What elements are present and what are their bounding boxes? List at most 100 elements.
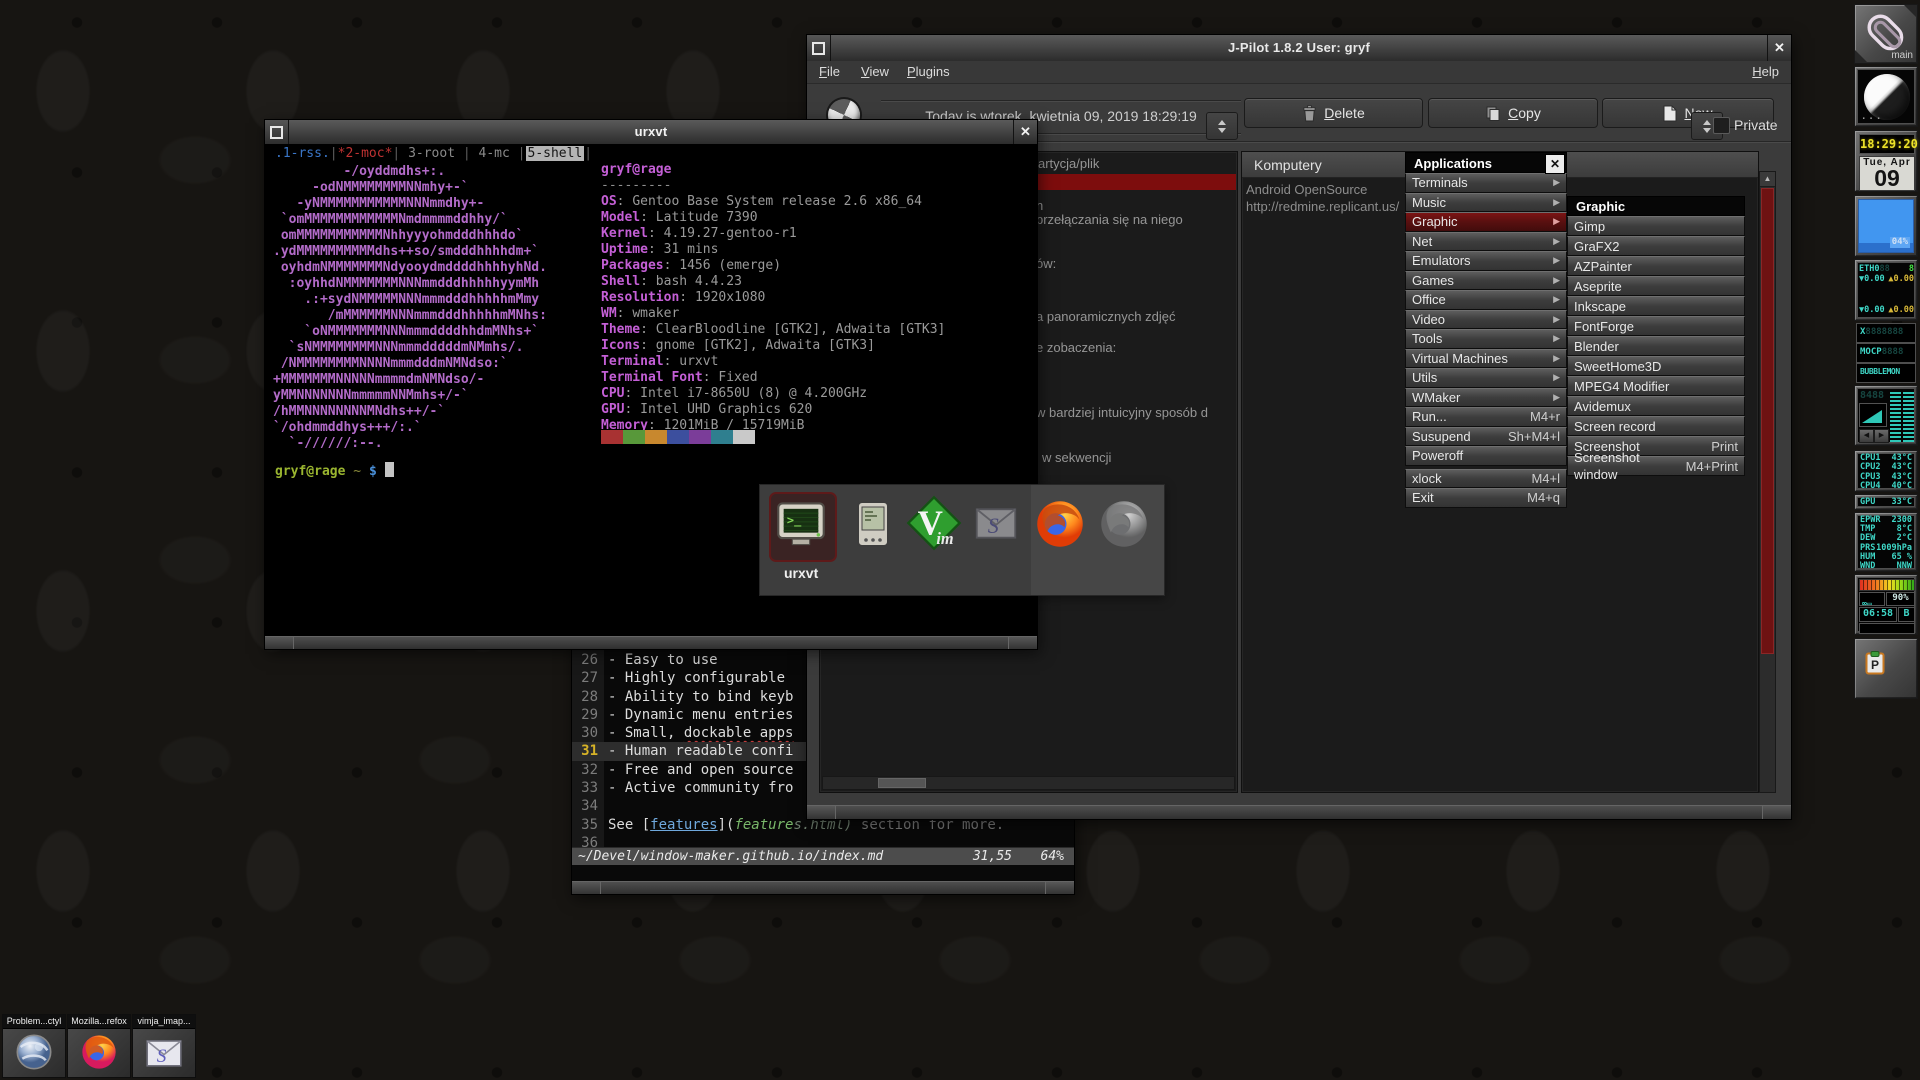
mail-app-icon[interactable]: S — [974, 504, 1018, 547]
resize-grip-left[interactable] — [265, 637, 294, 649]
clip-corner-button[interactable] — [1855, 50, 1868, 63]
dock-lcd-stack[interactable]: X8888888 MOCP8888 BUBBLEMON — [1854, 323, 1918, 382]
lcd-row-bubblemon[interactable]: BUBBLEMON — [1856, 363, 1916, 383]
submenu-item-aseprite[interactable]: Aseprite — [1567, 276, 1745, 296]
submenu-item-screenshot-window[interactable]: Screenshot windowM4+Print — [1567, 456, 1745, 476]
menu-plugins[interactable]: Plugins — [901, 61, 956, 83]
menu-file[interactable]: File — [813, 61, 846, 83]
dock-cpu-temps[interactable]: CPU143°C CPU243°C CPU343°C CPU440°C — [1854, 450, 1918, 492]
palm-pilot-icon[interactable] — [850, 500, 896, 555]
vim-icon[interactable]: Vim — [906, 495, 962, 556]
submenu-item-blender[interactable]: Blender — [1567, 336, 1745, 356]
menu-item-graphic[interactable]: Graphic▶ — [1405, 212, 1567, 232]
clip-corner-button[interactable] — [1904, 5, 1917, 18]
submenu-item-fontforge[interactable]: FontForge — [1567, 316, 1745, 336]
resize-grip-right[interactable] — [1045, 882, 1074, 894]
menu-item-games[interactable]: Games▶ — [1405, 271, 1567, 291]
submenu-item-screen-record[interactable]: Screen record — [1567, 416, 1745, 436]
delete-button[interactable]: Delete — [1244, 98, 1423, 128]
firefox-grey-icon[interactable] — [1098, 498, 1150, 555]
firefox-icon[interactable] — [1034, 498, 1086, 555]
submenu-item-gimp[interactable]: Gimp — [1567, 216, 1745, 236]
dock-weather[interactable]: EPWR2300 TMP8°C DEW2°C PRS1009hPa HUM65 … — [1854, 512, 1918, 572]
menu-item-terminals[interactable]: Terminals▶ — [1405, 173, 1567, 193]
menu-item-suspend[interactable]: SusupendSh+M4+l — [1405, 427, 1567, 447]
urxvt-titlebar[interactable]: urxvt ✕ — [265, 120, 1037, 145]
dock-gpu-temp[interactable]: GPU33°C — [1854, 494, 1918, 510]
resize-grip-left[interactable] — [572, 882, 601, 894]
submenu-title[interactable]: Graphic — [1567, 196, 1745, 216]
menu-item-net[interactable]: Net▶ — [1405, 232, 1567, 252]
menu-item-emulators[interactable]: Emulators▶ — [1405, 251, 1567, 271]
menu-item-xlock[interactable]: xlockM4+l — [1405, 469, 1567, 489]
private-checkbox[interactable] — [1713, 117, 1730, 134]
dock-clip-main[interactable]: main — [1854, 4, 1918, 64]
submenu-item-avidemux[interactable]: Avidemux — [1567, 396, 1745, 416]
submenu-item-mpeg4-modifier[interactable]: MPEG4 Modifier — [1567, 376, 1745, 396]
dock-sphere-app[interactable]: ... — [1854, 66, 1918, 127]
dock-jpilot-tile[interactable]: P — [1854, 638, 1918, 699]
level-meter-left[interactable] — [1890, 392, 1901, 442]
level-meter-right[interactable] — [1903, 392, 1914, 442]
submenu-item-inkscape[interactable]: Inkscape — [1567, 296, 1745, 316]
mixer-next-button[interactable]: ▶ — [1874, 429, 1889, 443]
left-list-spinner[interactable] — [1206, 112, 1238, 140]
mixer-prev-button[interactable]: ◀ — [1859, 429, 1874, 443]
menu-item-exit[interactable]: ExitM4+q — [1405, 488, 1567, 508]
menu-item-virtual-machines[interactable]: Virtual Machines▶ — [1405, 349, 1567, 369]
menu-help[interactable]: Help — [1746, 61, 1785, 83]
tab-mc[interactable]: 4-mc — [471, 146, 518, 161]
dock-battery[interactable]: ∞▭ 90% 06:58 B — [1854, 574, 1918, 635]
miniwindow-firefox[interactable]: Mozilla...refox — [67, 1014, 131, 1078]
dock-usage-monitor[interactable]: 04% — [1854, 195, 1918, 257]
horizontal-scrollbar[interactable] — [822, 776, 1235, 790]
shell-prompt[interactable]: gryf@rage ~ $ — [275, 462, 394, 479]
tab-root[interactable]: 3-root — [400, 146, 463, 161]
record-url[interactable]: http://redmine.replicant.us/ — [1246, 199, 1399, 214]
close-button[interactable]: ✕ — [1013, 120, 1037, 144]
resize-grip-right[interactable] — [1008, 637, 1037, 649]
tab-rss[interactable]: .1-rss. — [275, 146, 330, 161]
close-button[interactable]: ✕ — [1767, 35, 1791, 61]
menu-item-run[interactable]: Run...M4+r — [1405, 407, 1567, 427]
menu-item-poweroff[interactable]: Poweroff — [1405, 446, 1567, 466]
miniwindow-mail[interactable]: vimja_imap... S — [132, 1014, 196, 1078]
urxvt-resizebar[interactable] — [265, 636, 1037, 649]
submenu-item-azpainter[interactable]: AZPainter — [1567, 256, 1745, 276]
miniaturize-button[interactable] — [265, 120, 289, 144]
lcd-row-mocp[interactable]: MOCP8888 — [1856, 343, 1916, 363]
vertical-scrollbar[interactable]: ▲ — [1759, 171, 1776, 793]
menu-item-video[interactable]: Video▶ — [1405, 310, 1567, 330]
submenu-item-grafx2[interactable]: GraFX2 — [1567, 236, 1745, 256]
urxvt-terminal-icon[interactable]: >_ — [775, 498, 827, 555]
jpilot-titlebar[interactable]: J-Pilot 1.8.2 User: gryf ✕ — [807, 35, 1791, 62]
menu-title[interactable]: Applications ✕ — [1405, 152, 1567, 173]
scroll-up-arrow[interactable]: ▲ — [1760, 172, 1775, 187]
tab-moc[interactable]: *2-moc* — [338, 146, 393, 161]
menu-item-utils[interactable]: Utils▶ — [1405, 368, 1567, 388]
features-link[interactable]: features — [650, 817, 717, 833]
dock-mixer[interactable]: 8488 ◀ ▶ — [1854, 385, 1918, 446]
screen-tab-bar[interactable]: .1-rss.|*2-moc*| 3-root | 4-mc |5-shell| — [275, 146, 592, 161]
lcd-row-x[interactable]: X8888888 — [1856, 323, 1916, 343]
menu-item-tools[interactable]: Tools▶ — [1405, 329, 1567, 349]
menu-item-office[interactable]: Office▶ — [1405, 290, 1567, 310]
vim-resizebar[interactable] — [572, 881, 1074, 894]
jpilot-resizebar[interactable] — [807, 805, 1791, 819]
copy-button[interactable]: Copy — [1428, 98, 1598, 128]
resize-grip-left[interactable] — [807, 806, 836, 819]
menu-item-music[interactable]: Music▶ — [1405, 193, 1567, 213]
tab-shell-active[interactable]: 5-shell — [526, 146, 585, 161]
resize-grip-right[interactable] — [1762, 806, 1791, 819]
dock-network-monitor[interactable]: ETH0888 ▼0.00▲0.00 ▼0.00▲0.00 — [1854, 259, 1918, 321]
scrollbar-thumb-red[interactable] — [1761, 188, 1774, 654]
miniwindow-problem[interactable]: Problem...ctyl — [2, 1014, 66, 1078]
menu-item-wmaker[interactable]: WMaker▶ — [1405, 388, 1567, 408]
dock-clock[interactable]: 18:29:20 Tue, Apr 09 — [1854, 130, 1918, 192]
submenu-item-sweethome3d[interactable]: SweetHome3D — [1567, 356, 1745, 376]
scrollbar-thumb[interactable] — [878, 778, 926, 788]
record-title[interactable]: Android OpenSource — [1246, 182, 1367, 197]
menu-view[interactable]: View — [855, 61, 895, 83]
miniaturize-button[interactable] — [807, 35, 831, 61]
menu-close-button[interactable]: ✕ — [1545, 154, 1565, 174]
